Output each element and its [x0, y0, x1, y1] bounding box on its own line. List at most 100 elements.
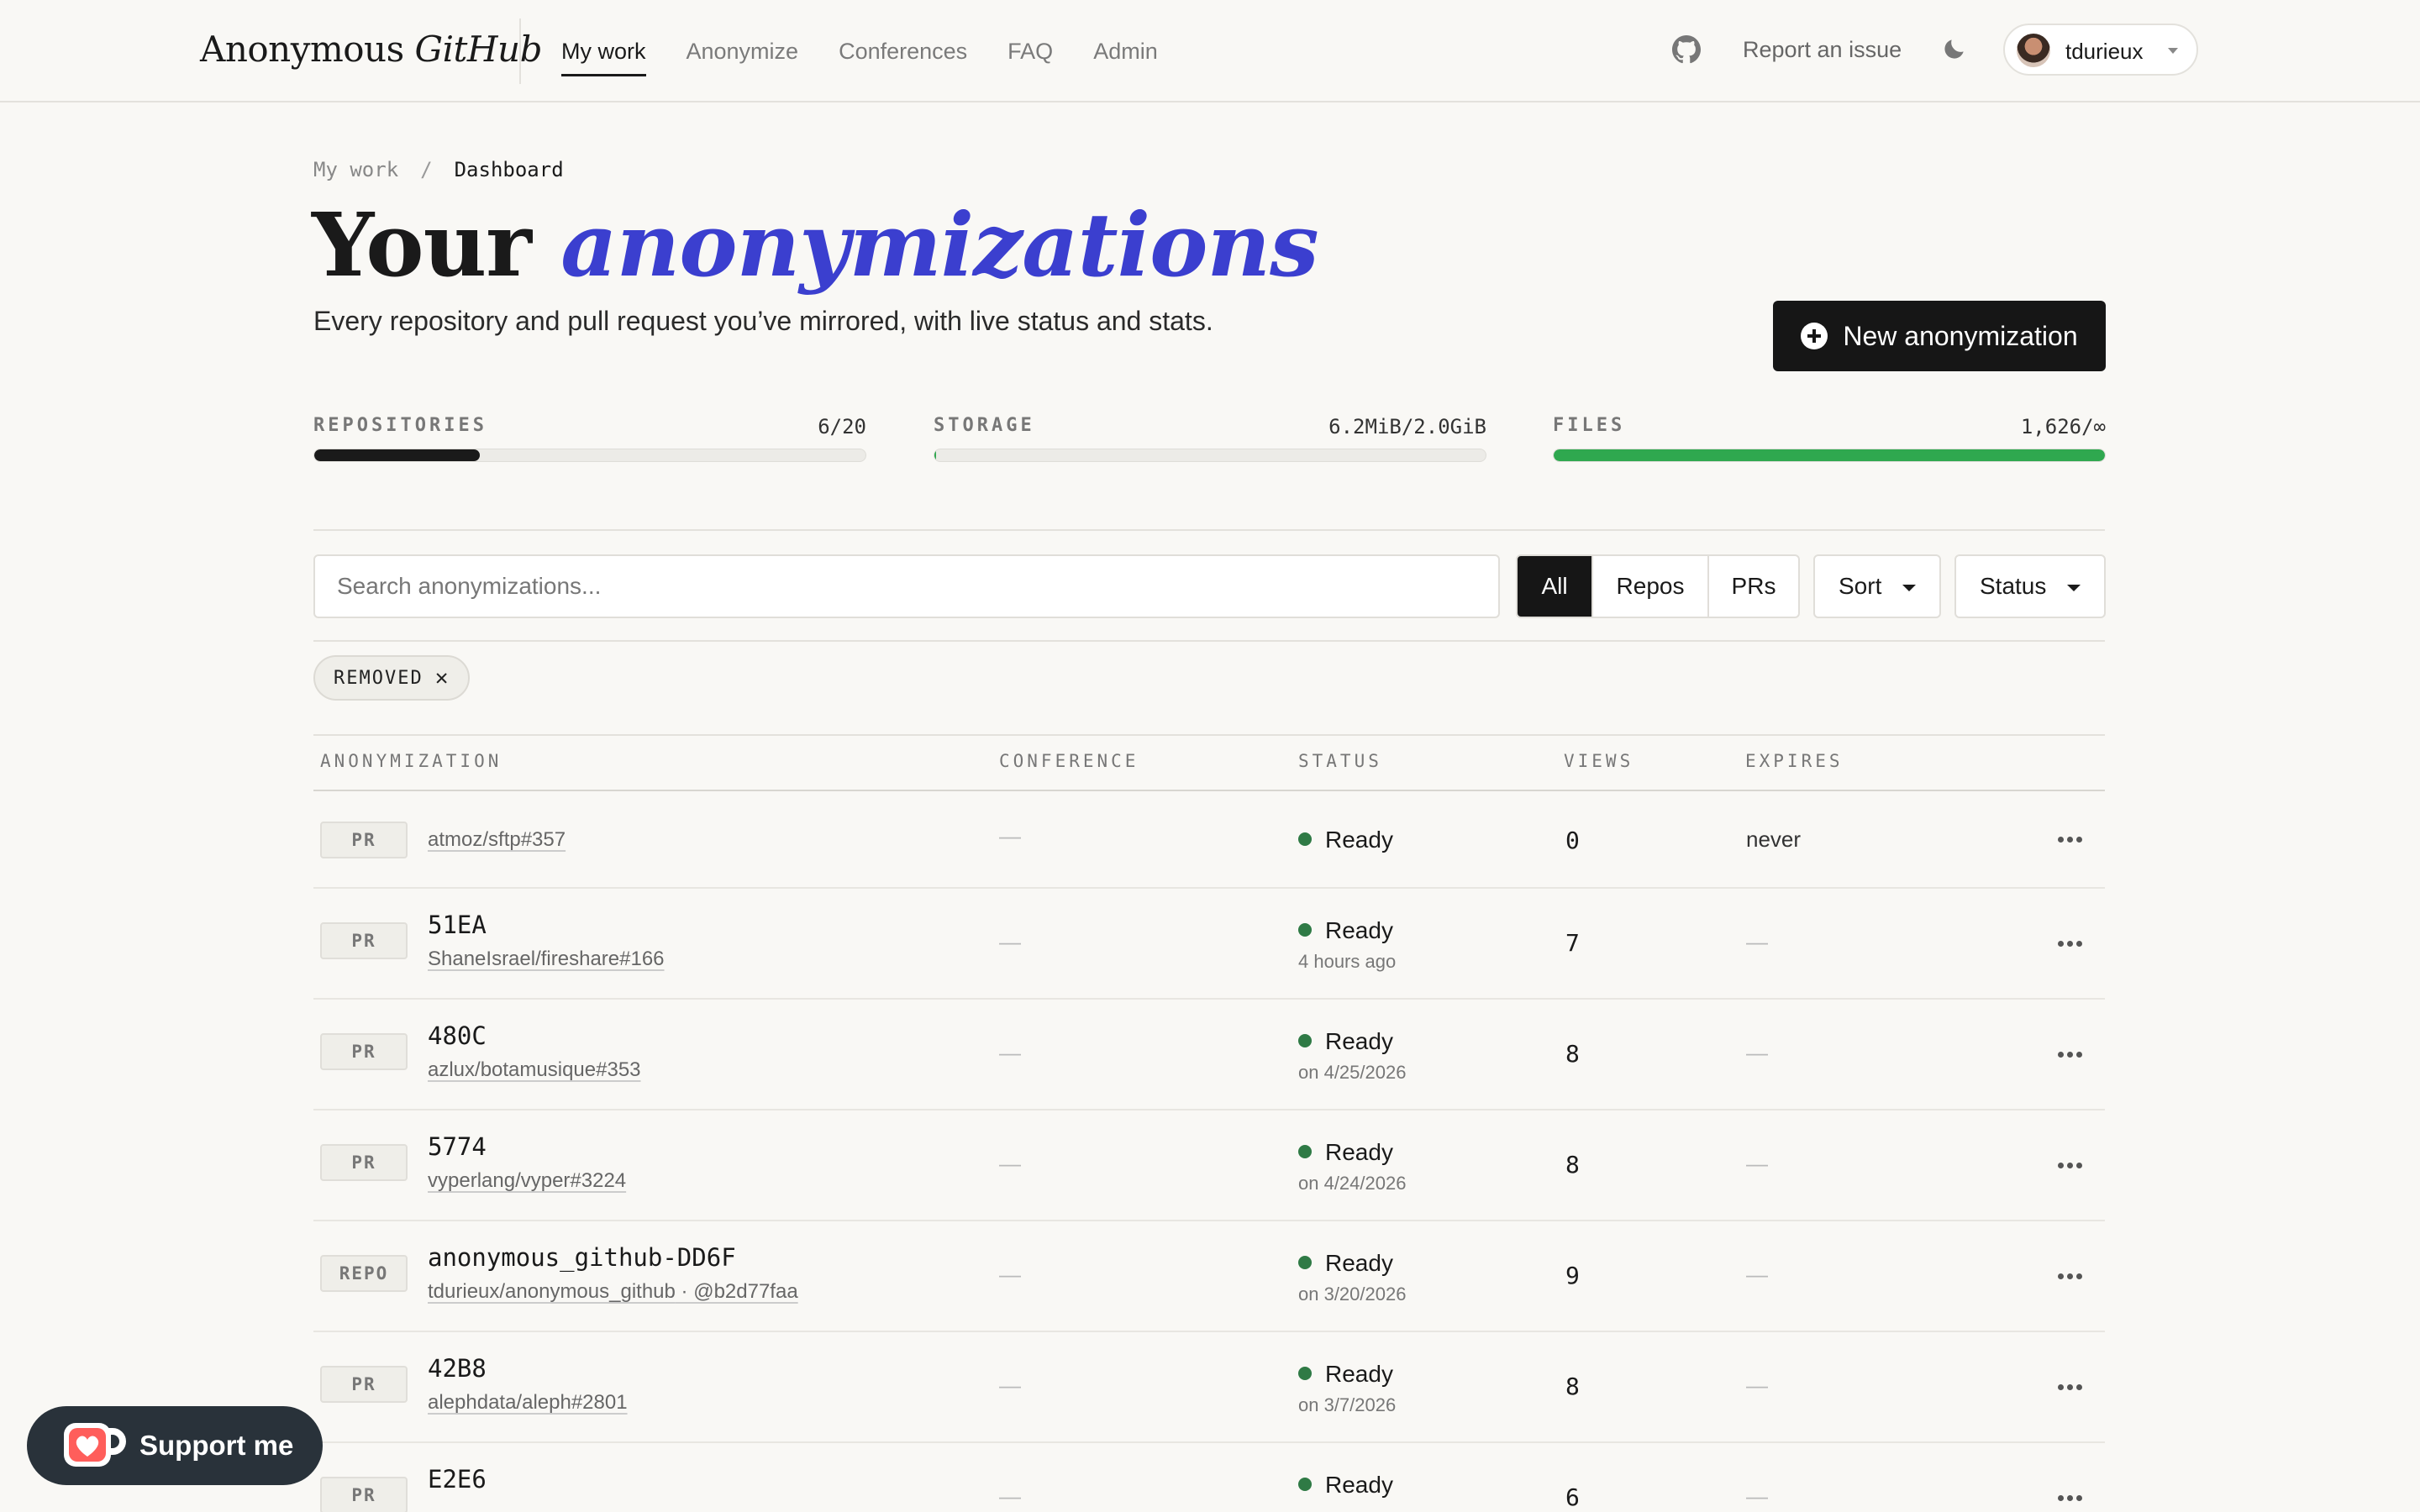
conference-value: —	[999, 1262, 1021, 1287]
table-row[interactable]: PR 5774 vyperlang/vyper#3224 — Ready on …	[313, 1110, 2105, 1221]
brand-logo[interactable]: Anonymous GitHub	[200, 29, 542, 70]
status-time: on 3/7/2026	[1298, 1394, 1397, 1415]
column-header-anonymization[interactable]: ANONYMIZATION	[320, 751, 502, 771]
new-anonymization-button[interactable]: New anonymization	[1773, 301, 2106, 371]
moon-icon[interactable]	[1941, 35, 1968, 62]
type-badge: REPO	[320, 1255, 408, 1292]
anonymization-name[interactable]: anonymous_github-DD6F	[428, 1243, 736, 1272]
brand-divider	[519, 18, 521, 84]
filter-prs[interactable]: PRs	[1707, 556, 1798, 617]
expires-value: —	[1746, 1040, 1768, 1065]
conference-value: —	[999, 929, 1021, 954]
status-value: Ready	[1298, 1139, 1393, 1166]
caret-down-icon	[2067, 585, 2081, 591]
caret-down-icon	[1902, 585, 1916, 591]
views-value: 8	[1565, 1040, 1580, 1068]
table-row[interactable]: REPO anonymous_github-DD6F tdurieux/anon…	[313, 1221, 2105, 1332]
more-actions-icon[interactable]	[2058, 1383, 2083, 1391]
table-row[interactable]: PR 480C azlux/botamusique#353 — Ready on…	[313, 1000, 2105, 1110]
conference-value: —	[999, 1040, 1021, 1065]
status-dot	[1298, 1034, 1312, 1047]
more-actions-icon[interactable]	[2058, 1272, 2083, 1280]
nav-admin[interactable]: Admin	[1093, 32, 1158, 71]
column-header-views[interactable]: VIEWS	[1564, 751, 1634, 771]
source-text: vyperlang/vyper#3224	[428, 1169, 627, 1192]
stat-progress-bar	[313, 449, 866, 462]
anonymization-name[interactable]: 51EA	[428, 911, 487, 939]
table-row[interactable]: PR 51EA ShaneIsrael/fireshare#166 — Read…	[313, 889, 2105, 1000]
breadcrumb-parent[interactable]: My work	[313, 158, 398, 181]
nav-conferences[interactable]: Conferences	[839, 32, 967, 71]
stat-repositories: REPOSITORIES 6/20	[313, 415, 866, 462]
filter-repos[interactable]: Repos	[1591, 556, 1707, 617]
views-value: 8	[1565, 1151, 1580, 1179]
support-label: Support me	[139, 1430, 294, 1461]
column-header-status[interactable]: STATUS	[1298, 751, 1382, 771]
status-value: Ready	[1298, 1472, 1393, 1499]
stat-progress-fill	[1554, 449, 2105, 461]
stat-files: FILES 1,626/∞	[1553, 415, 2106, 462]
source-link[interactable]: azlux/botamusique#353	[428, 1058, 641, 1082]
user-menu[interactable]: tdurieux	[2003, 24, 2198, 76]
title-plain: Your	[312, 193, 532, 297]
more-actions-icon[interactable]	[2058, 939, 2083, 948]
status-dot	[1298, 832, 1312, 846]
conference-value: —	[999, 823, 1021, 848]
anonymization-name[interactable]: 42B8	[428, 1354, 487, 1383]
status-dot	[1298, 923, 1312, 937]
table-row[interactable]: PR 42B8 alephdata/aleph#2801 — Ready on …	[313, 1332, 2105, 1443]
type-badge: PR	[320, 1144, 408, 1181]
kofi-cup-icon	[64, 1423, 126, 1467]
brand-italic: GitHub	[414, 29, 543, 70]
filter-chip-removed: REMOVED ✕	[313, 655, 471, 701]
anonymization-name[interactable]: 5774	[428, 1132, 487, 1161]
anonymization-name[interactable]: 480C	[428, 1021, 487, 1050]
close-icon[interactable]: ✕	[435, 665, 450, 690]
more-actions-icon[interactable]	[2058, 1161, 2083, 1169]
table-row[interactable]: PR E2E6 — Ready 6 —	[313, 1443, 2105, 1512]
source-link[interactable]: tdurieux/anonymous_github · @b2d77faa	[428, 1280, 798, 1304]
status-text: Ready	[1325, 1139, 1393, 1165]
sort-label: Sort	[1839, 573, 1882, 599]
status-dropdown[interactable]: Status	[1954, 554, 2106, 618]
source-link[interactable]: ShaneIsrael/fireshare#166	[428, 948, 665, 971]
search-input[interactable]	[313, 554, 1500, 618]
sort-dropdown[interactable]: Sort	[1813, 554, 1941, 618]
status-value: Ready	[1298, 917, 1393, 944]
source-text: azlux/botamusique#353	[428, 1058, 641, 1081]
nav-my-work[interactable]: My work	[561, 32, 646, 76]
chip-label: REMOVED	[334, 667, 424, 689]
stat-storage: STORAGE 6.2MiB/2.0GiB	[934, 415, 1486, 462]
more-actions-icon[interactable]	[2058, 1050, 2083, 1058]
status-text: Ready	[1325, 827, 1393, 853]
stat-progress-fill	[934, 449, 936, 461]
filter-all[interactable]: All	[1518, 556, 1591, 617]
views-value: 9	[1565, 1262, 1580, 1289]
stat-value: 1,626/∞	[2020, 415, 2106, 438]
column-header-expires[interactable]: EXPIRES	[1745, 751, 1844, 771]
support-me-button[interactable]: Support me	[27, 1406, 323, 1485]
status-value: Ready	[1298, 827, 1393, 853]
status-label: Status	[1980, 573, 2047, 599]
new-anonymization-label: New anonymization	[1843, 320, 2078, 351]
table-row[interactable]: PR atmoz/sftp#357 — Ready 0 never	[313, 791, 2105, 889]
source-link[interactable]: alephdata/aleph#2801	[428, 1391, 628, 1415]
type-badge: PR	[320, 1033, 408, 1070]
anonymization-name[interactable]: E2E6	[428, 1465, 487, 1494]
more-actions-icon[interactable]	[2058, 1494, 2083, 1502]
report-issue-link[interactable]: Report an issue	[1743, 37, 1902, 63]
expires-value: —	[1746, 1262, 1768, 1287]
title-accent: anonymizations	[560, 193, 1318, 297]
source-link[interactable]: atmoz/sftp#357	[428, 828, 566, 852]
more-actions-icon[interactable]	[2058, 835, 2083, 843]
page-title: Your anonymizations	[312, 193, 1319, 297]
status-dot	[1298, 1256, 1312, 1269]
source-link[interactable]: vyperlang/vyper#3224	[428, 1169, 626, 1193]
status-time: on 4/24/2026	[1298, 1173, 1407, 1194]
divider	[313, 529, 2105, 531]
status-dot	[1298, 1367, 1312, 1380]
column-header-conference[interactable]: CONFERENCE	[999, 751, 1139, 771]
nav-faq[interactable]: FAQ	[1007, 32, 1053, 71]
github-icon[interactable]	[1672, 35, 1701, 64]
nav-anonymize[interactable]: Anonymize	[687, 32, 799, 71]
